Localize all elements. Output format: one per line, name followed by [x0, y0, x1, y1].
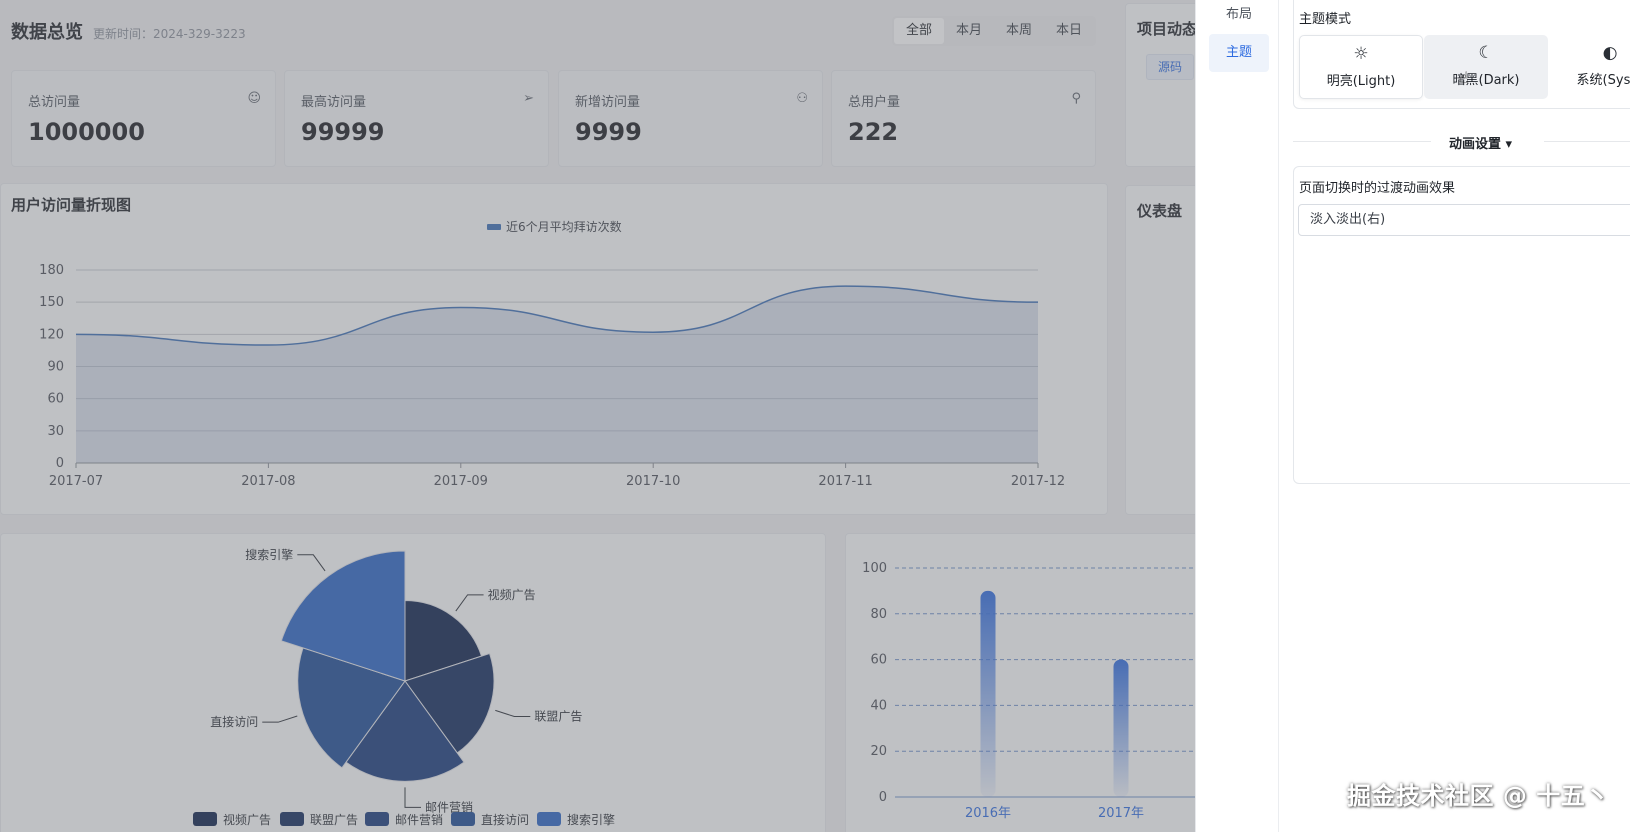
- theme-option-system[interactable]: ◐ 系统(Syste: [1548, 35, 1630, 99]
- pointer-cursor-icon: ☝: [1459, 68, 1469, 87]
- nav-layout[interactable]: 布局: [1209, 0, 1269, 34]
- theme-option-label: 暗黑(Dark): [1452, 73, 1520, 88]
- theme-option-light[interactable]: ☼ 明亮(Light): [1299, 35, 1423, 99]
- moon-icon: ☾: [1478, 43, 1494, 63]
- modal-overlay[interactable]: [0, 0, 1195, 832]
- divider-label: 动画设置: [1449, 137, 1502, 152]
- transition-label: 页面切换时的过渡动画效果: [1299, 181, 1456, 196]
- nav-theme[interactable]: 主题: [1209, 34, 1269, 72]
- settings-drawer: 布局 主题 主题模式 ☼ 明亮(Light) ☾ 暗黑(Dark) ◐ 系统(S…: [1195, 0, 1630, 832]
- divider-right: [1544, 141, 1630, 142]
- divider-left: [1293, 141, 1431, 142]
- animation-settings-divider[interactable]: 动画设置 ▾: [1449, 133, 1512, 152]
- theme-option-label: 系统(Syste: [1576, 73, 1630, 88]
- theme-option-label: 明亮(Light): [1326, 74, 1396, 89]
- theme-option-dark[interactable]: ☾ 暗黑(Dark): [1424, 35, 1548, 99]
- theme-mode-label: 主题模式: [1299, 12, 1352, 27]
- sun-icon: ☼: [1353, 44, 1369, 64]
- transition-select[interactable]: 淡入淡出(右): [1298, 204, 1630, 236]
- half-circle-icon: ◐: [1602, 43, 1618, 63]
- watermark: 掘金技术社区 @ 十五丶: [1347, 782, 1610, 810]
- drawer-nav: 布局 主题: [1196, 0, 1279, 832]
